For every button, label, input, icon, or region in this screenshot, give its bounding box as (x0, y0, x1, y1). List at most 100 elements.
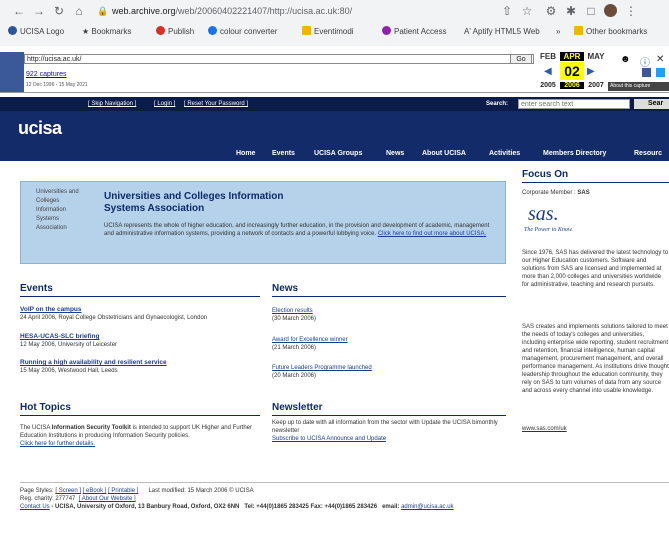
forward-icon[interactable]: → (32, 4, 46, 18)
email-label: email: (382, 504, 402, 510)
hot-topics-link[interactable]: Click here for further details. (20, 441, 95, 447)
bookmark-label: colour converter (220, 27, 278, 36)
month-current: APR (560, 52, 584, 61)
nav-home[interactable]: Home (236, 150, 255, 157)
contact-link[interactable]: Contact Us (20, 504, 50, 510)
events-divider (20, 296, 260, 297)
event-detail: 24 April 2006, Royal College Obstetricia… (20, 315, 208, 321)
next-capture-icon[interactable]: ▶ (587, 66, 595, 77)
login-link[interactable]: [ Login ] (154, 97, 175, 111)
intro-title: Universities and Colleges Information Sy… (104, 191, 284, 214)
other-bookmarks[interactable]: Other bookmarks (574, 26, 647, 38)
reload-icon[interactable]: ↻ (52, 4, 66, 18)
newsletter-text: Keep up to date with all information fro… (272, 419, 506, 443)
hot-topics-pre: The UCISA (20, 425, 52, 431)
address-bar[interactable]: web.archive.org/web/20060402221407/http:… (112, 4, 472, 18)
style-printable-link[interactable]: [ Printable ] (108, 488, 138, 494)
window-icon[interactable]: □ (584, 4, 598, 18)
star-icon: ★ (82, 27, 92, 36)
site-search-input[interactable] (518, 99, 630, 109)
site-search-button[interactable]: Sear (634, 99, 669, 109)
wayback-captures-link[interactable]: 922 captures (26, 71, 66, 78)
prev-capture-icon[interactable]: ◀ (544, 66, 552, 77)
bookmark-ucisa-logo[interactable]: UCISA Logo (8, 26, 64, 38)
nav-about-ucisa[interactable]: About UCISA (422, 150, 466, 157)
bookmark-publish[interactable]: Publish (156, 26, 194, 38)
newsletter-link[interactable]: Subscribe to UCISA Announce and Update (272, 436, 386, 442)
close-icon[interactable]: ✕ (656, 54, 664, 65)
more-bookmarks-icon[interactable]: » (556, 26, 560, 38)
event-detail: 12 May 2006, University of Leicester (20, 342, 118, 348)
facebook-icon[interactable] (642, 68, 651, 77)
wayback-url-value: http://ucisa.ac.uk/ (27, 56, 82, 63)
pin-icon[interactable]: ✱ (564, 4, 578, 18)
list-item: Running a high availability and resilien… (20, 359, 260, 375)
event-link[interactable]: VoIP on the campus (20, 306, 260, 314)
news-date: (20 March 2006) (272, 373, 317, 379)
bookmark-label: Patient Access (394, 27, 447, 36)
share-icon[interactable]: ⇧ (500, 4, 514, 18)
wayback-go-button[interactable]: Go (510, 54, 532, 64)
address: - UCISA, University of Oxford, 13 Banbur… (49, 504, 240, 510)
list-item: Award for Excellence winner (21 March 200… (272, 336, 506, 352)
nav-ucisa-groups[interactable]: UCISA Groups (314, 150, 362, 157)
news-link[interactable]: Future Leaders Programme launched (272, 364, 506, 372)
star-icon[interactable]: ☆ (520, 4, 534, 18)
aptify-icon: A' (464, 27, 473, 36)
user-icon[interactable]: ☻ (620, 54, 631, 65)
style-ebook-link[interactable]: [ eBook ] (83, 488, 107, 494)
month-prev[interactable]: FEB (536, 52, 560, 61)
bookmark-patient-access[interactable]: Patient Access (382, 26, 446, 38)
help-icon[interactable]: ⓘ (640, 54, 650, 69)
about-capture-button[interactable]: About this capture (608, 82, 669, 91)
sas-tagline: The Power to Know. (524, 227, 573, 233)
intro-text: UCISA represents the whole of higher edu… (104, 222, 494, 238)
bookmark-bookmarks[interactable]: ★ Bookmarks (82, 26, 131, 38)
browser-chrome: ← → ↻ ⌂ 🔒 web.archive.org/web/2006040222… (0, 0, 669, 46)
bookmark-aptify[interactable]: A' Aptify HTML5 Web (464, 26, 540, 38)
wayback-url-input[interactable]: http://ucisa.ac.uk/ (24, 54, 534, 64)
event-detail: 15 May 2006, Westwood Hall, Leeds (20, 368, 118, 374)
newsletter-heading: Newsletter (272, 402, 323, 413)
focus-sidebar: Focus On Corporate Member : SAS sas. The… (522, 163, 669, 475)
reset-password-link[interactable]: [ Reset Your Password ] (184, 97, 248, 111)
twitter-icon[interactable] (656, 68, 665, 77)
year-prev[interactable]: 2005 (536, 82, 560, 89)
wayback-date-range: 12 Dec 1996 - 15 May 2021 (26, 82, 88, 88)
event-link[interactable]: HESA-UCAS-SLC briefing (20, 333, 260, 341)
bookmark-eventimodi[interactable]: Eventimodi (302, 26, 354, 38)
year-next[interactable]: 2007 (584, 82, 608, 89)
skip-navigation-link[interactable]: [ Skip Navigation ] (88, 97, 136, 111)
email-link[interactable]: admin@ucisa.ac.uk (401, 504, 453, 510)
wayback-logo[interactable] (0, 52, 24, 92)
about-website-link[interactable]: [ About Our Website ] (79, 496, 136, 502)
home-icon[interactable]: ⌂ (72, 4, 86, 18)
sas-website-link[interactable]: www.sas.com/uk (522, 425, 669, 433)
address-row: ← → ↻ ⌂ 🔒 web.archive.org/web/2006040222… (0, 0, 669, 22)
sas-logo[interactable]: sas. (528, 203, 559, 226)
menu-icon[interactable]: ⋮ (624, 4, 638, 18)
nav-activities[interactable]: Activities (489, 150, 520, 157)
nav-members-directory[interactable]: Members Directory (543, 150, 606, 157)
news-link[interactable]: Award for Excellence winner (272, 336, 506, 344)
nav-events[interactable]: Events (272, 150, 295, 157)
corporate-member: Corporate Member : SAS (522, 189, 590, 197)
ucisa-logo[interactable]: ucisa (18, 118, 62, 139)
style-screen-link[interactable]: [ Screen ] (55, 488, 81, 494)
bookmark-label: UCISA Logo (20, 27, 65, 36)
site-footer: Page Styles: [ Screen ] [ eBook ] [ Prin… (20, 487, 669, 511)
back-icon[interactable]: ← (12, 4, 26, 18)
lock-icon[interactable]: 🔒 (96, 4, 110, 18)
nav-resources[interactable]: Resourc (634, 150, 662, 157)
profile-avatar[interactable] (604, 4, 617, 17)
news-link[interactable]: Election results (272, 307, 506, 315)
folder-icon (574, 26, 583, 35)
last-modified: Last modified: 15 March 2006 © UCISA (148, 488, 254, 494)
hot-topics-text: The UCISA Information Security Toolkit i… (20, 424, 254, 448)
bookmark-colour-converter[interactable]: colour converter (208, 26, 277, 38)
event-link[interactable]: Running a high availability and resilien… (20, 359, 260, 367)
month-next[interactable]: MAY (584, 52, 608, 61)
nav-news[interactable]: News (386, 150, 404, 157)
intro-link[interactable]: Click here to find out more about UCISA. (378, 231, 486, 237)
extension-icon[interactable]: ⚙ (544, 4, 558, 18)
